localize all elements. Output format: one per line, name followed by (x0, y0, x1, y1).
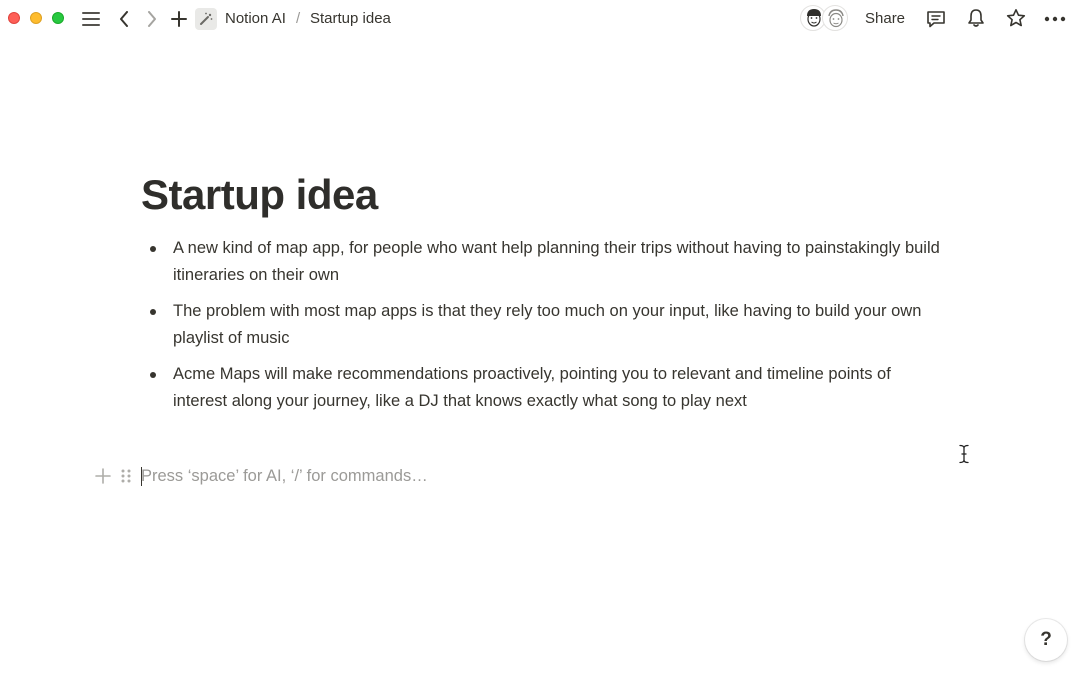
add-block-plus-icon[interactable] (93, 466, 113, 486)
page-title[interactable]: Startup idea (141, 168, 378, 222)
breadcrumb-separator: / (296, 10, 301, 27)
list-item[interactable]: A new kind of map app, for people who wa… (146, 235, 946, 289)
collaborator-avatars[interactable] (800, 5, 850, 33)
plus-icon[interactable] (169, 8, 189, 30)
window-zoom-button[interactable] (52, 12, 64, 24)
avatar[interactable] (822, 5, 848, 31)
list-item[interactable]: The problem with most map apps is that t… (146, 298, 946, 352)
bullet-icon (150, 246, 156, 252)
comment-icon[interactable] (925, 8, 947, 30)
list-item-text[interactable]: Acme Maps will make recommendations proa… (173, 365, 891, 410)
magic-wand-icon[interactable] (195, 8, 217, 30)
more-icon[interactable] (1043, 8, 1067, 30)
bullet-icon (150, 309, 156, 315)
top-bar: Notion AI / Startup idea Share (0, 0, 1080, 37)
breadcrumb-parent[interactable]: Notion AI (225, 10, 286, 28)
star-icon[interactable] (1005, 7, 1027, 29)
help-button[interactable]: ? (1025, 619, 1067, 661)
list-item-text[interactable]: The problem with most map apps is that t… (173, 302, 921, 347)
chevron-left-icon[interactable] (115, 8, 133, 30)
list-item-text[interactable]: A new kind of map app, for people who wa… (173, 239, 940, 284)
ibeam-cursor-icon (958, 444, 970, 464)
bullet-list: A new kind of map app, for people who wa… (146, 235, 946, 424)
breadcrumb-current[interactable]: Startup idea (310, 10, 391, 28)
help-label: ? (1040, 629, 1052, 650)
bullet-icon (150, 372, 156, 378)
new-block-row[interactable]: Press ‘space’ for AI, ‘/’ for commands… (93, 462, 913, 490)
text-caret (141, 467, 142, 486)
window-minimize-button[interactable] (30, 12, 42, 24)
new-block-input[interactable]: Press ‘space’ for AI, ‘/’ for commands… (141, 466, 428, 486)
list-item[interactable]: Acme Maps will make recommendations proa… (146, 361, 946, 415)
hamburger-menu-icon[interactable] (80, 8, 102, 30)
window-close-button[interactable] (8, 12, 20, 24)
bell-icon[interactable] (965, 7, 987, 29)
drag-handle-icon[interactable] (119, 466, 133, 486)
share-button[interactable]: Share (865, 10, 905, 28)
chevron-right-icon[interactable] (143, 8, 161, 30)
